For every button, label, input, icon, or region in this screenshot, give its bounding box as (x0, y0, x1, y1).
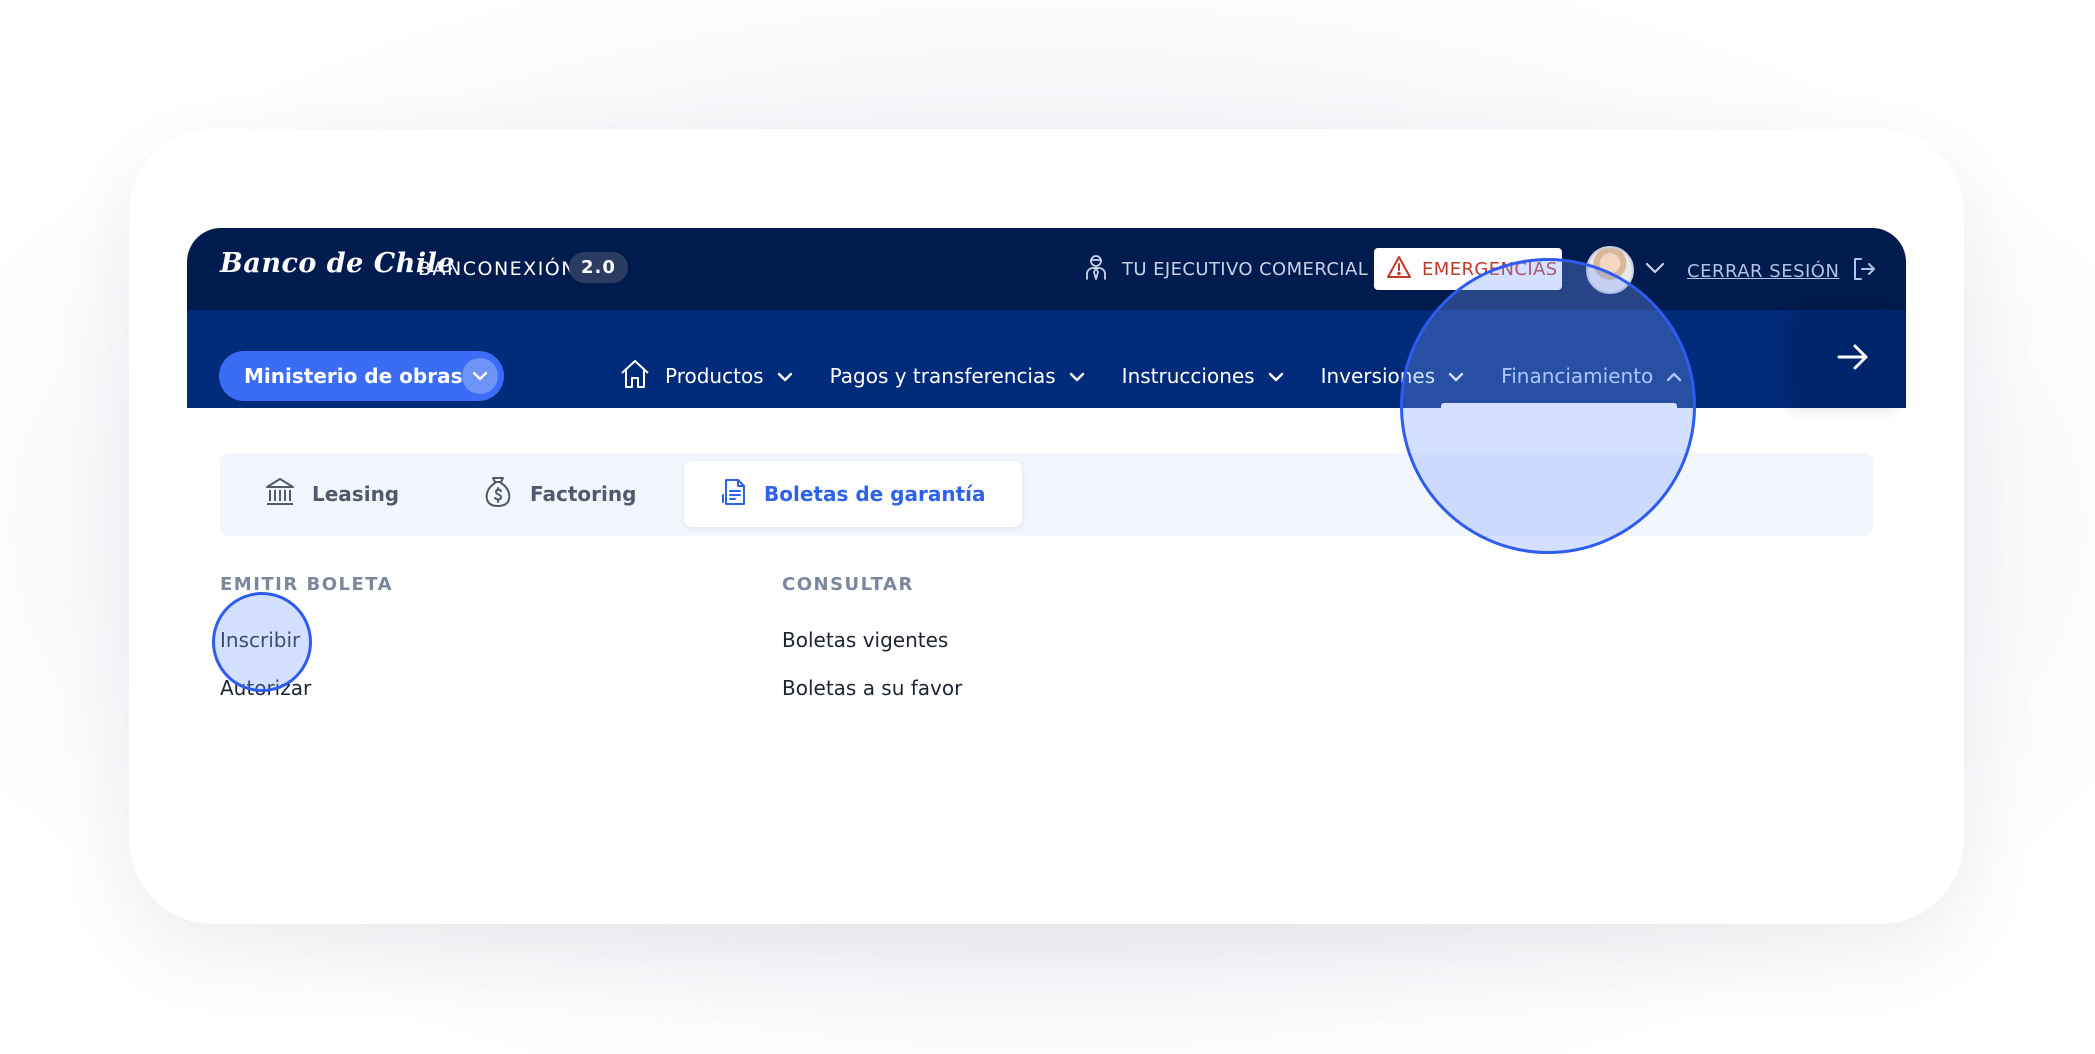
document-icon (720, 477, 748, 512)
link-boletas-a-su-favor[interactable]: Boletas a su favor (782, 676, 962, 700)
chevron-down-icon[interactable] (1644, 260, 1666, 280)
nav-item-label: Pagos y transferencias (829, 364, 1056, 388)
nav-scroll-button[interactable] (1799, 310, 1906, 408)
bank-icon (264, 476, 296, 513)
money-bag-icon (482, 475, 514, 514)
nav-item-instrucciones[interactable]: Instrucciones (1122, 364, 1285, 388)
tab-label: Boletas de garantía (764, 482, 986, 506)
executive-label: TU EJECUTIVO COMERCIAL (1122, 258, 1369, 280)
chevron-down-icon (776, 364, 794, 388)
executive-link[interactable]: TU EJECUTIVO COMERCIAL (1082, 252, 1368, 286)
warning-icon (1386, 255, 1412, 284)
highlight-financiamiento (1400, 258, 1696, 554)
executive-icon (1082, 253, 1110, 286)
chevron-down-icon[interactable] (462, 358, 498, 394)
company-selector[interactable]: Ministerio de obras.... (219, 351, 504, 401)
home-icon[interactable] (619, 358, 651, 395)
chevron-down-icon (1267, 364, 1285, 388)
tab-label: Factoring (530, 482, 637, 506)
tab-label: Leasing (312, 482, 400, 506)
tab-boletas-de-garantia[interactable]: Boletas de garantía (684, 461, 1022, 527)
link-boletas-vigentes[interactable]: Boletas vigentes (782, 628, 948, 652)
chevron-down-icon (1068, 364, 1086, 388)
logout-link[interactable]: CERRAR SESIÓN (1687, 256, 1877, 287)
section-heading-emitir: EMITIR BOLETA (220, 574, 394, 595)
tab-leasing[interactable]: Leasing (264, 461, 399, 527)
company-name: Ministerio de obras.... (244, 364, 493, 388)
highlight-inscribir (212, 592, 312, 692)
arrow-right-icon (1836, 342, 1870, 376)
logout-icon (1851, 256, 1877, 287)
nav-item-productos[interactable]: Productos (665, 364, 794, 388)
nav-item-label: Productos (665, 364, 764, 388)
nav-item-label: Instrucciones (1121, 364, 1255, 388)
version-badge: 2.0 (569, 252, 628, 283)
section-heading-consultar: CONSULTAR (782, 574, 914, 595)
nav-item-pagos[interactable]: Pagos y transferencias (830, 364, 1086, 388)
tab-factoring[interactable]: Factoring (482, 461, 636, 527)
logout-label: CERRAR SESIÓN (1687, 261, 1840, 282)
brand-name: BANCONEXIÓN (418, 258, 577, 280)
